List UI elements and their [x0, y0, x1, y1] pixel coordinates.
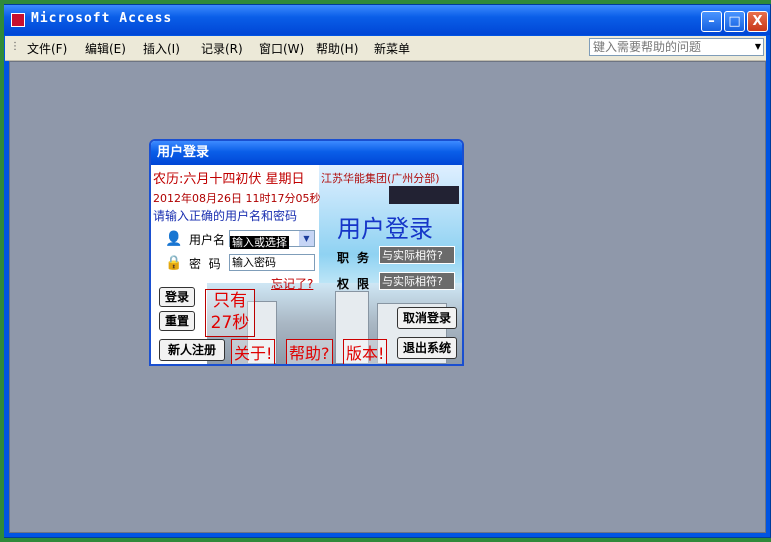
username-value: 输入或选择	[230, 236, 289, 249]
version-link[interactable]: 版本!	[343, 339, 388, 364]
hexagon-logo-strip	[389, 186, 459, 204]
login-button[interactable]: 登录	[159, 287, 195, 307]
exit-system-button[interactable]: 退出系统	[397, 337, 457, 359]
password-field[interactable]: 输入密码	[229, 254, 315, 271]
menu-new[interactable]: 新菜单	[374, 40, 410, 57]
permission-field[interactable]: 与实际相符?	[379, 272, 455, 290]
access-window: Microsoft Access – □ X ⋮ 文件(F) 编辑(E) 插入(…	[0, 4, 771, 538]
username-label: 用户名	[189, 233, 226, 247]
menu-edit[interactable]: 编辑(E)	[85, 40, 126, 57]
title-bar[interactable]: Microsoft Access – □ X	[1, 5, 770, 35]
menu-bar: ⋮ 文件(F) 编辑(E) 插入(I) 记录(R) 窗口(W) 帮助(H) 新菜…	[5, 36, 766, 61]
help-search-placeholder: 键入需要帮助的问题	[593, 40, 702, 54]
close-button[interactable]: X	[747, 11, 768, 32]
password-label: 密 码	[189, 257, 221, 271]
banner-title: 用户登录	[337, 215, 433, 243]
help-search-input[interactable]: 键入需要帮助的问题 ▼	[589, 38, 764, 56]
user-icon: 👤	[165, 231, 183, 247]
username-combo[interactable]: 输入或选择 ▼	[229, 230, 315, 249]
window-title: Microsoft Access	[31, 11, 173, 26]
login-hint: 请输入正确的用户名和密码	[153, 209, 298, 223]
current-datetime: 2012年08月26日 11时17分05秒	[153, 192, 321, 205]
minimize-button[interactable]: –	[701, 11, 722, 32]
permission-label: 权限	[337, 277, 378, 291]
help-link[interactable]: 帮助?	[286, 339, 333, 364]
access-app-icon	[11, 13, 25, 27]
login-dialog: 用户登录 农历:六月十四初伏 星期日 2012年08月26日 11时17分05秒…	[149, 139, 464, 366]
menu-records[interactable]: 记录(R)	[201, 40, 243, 57]
job-field[interactable]: 与实际相符?	[379, 246, 455, 264]
desktop-edge	[0, 0, 4, 542]
reset-button[interactable]: 重置	[159, 311, 195, 331]
login-body: 农历:六月十四初伏 星期日 2012年08月26日 11时17分05秒 请输入正…	[151, 165, 462, 364]
login-dialog-title[interactable]: 用户登录	[151, 141, 462, 165]
cancel-login-button[interactable]: 取消登录	[397, 307, 457, 329]
menu-help[interactable]: 帮助(H)	[316, 40, 358, 57]
menu-window[interactable]: 窗口(W)	[259, 40, 304, 57]
toolbar-grip-icon[interactable]: ⋮	[10, 41, 20, 52]
menu-insert[interactable]: 插入(I)	[143, 40, 180, 57]
forgot-password-link[interactable]: 忘记了?	[271, 275, 313, 292]
lock-icon: 🔒	[165, 255, 183, 271]
maximize-button[interactable]: □	[724, 11, 745, 32]
lunar-date-marquee: 农历:六月十四初伏 星期日	[153, 172, 305, 187]
about-link[interactable]: 关于!	[231, 339, 276, 364]
company-name: 江苏华能集团(广州分部)	[321, 172, 440, 185]
chevron-down-icon[interactable]: ▼	[755, 39, 761, 55]
register-button[interactable]: 新人注册	[159, 339, 225, 361]
countdown-timer: 只有 27秒	[205, 289, 255, 337]
menu-file[interactable]: 文件(F)	[27, 40, 67, 57]
job-label: 职务	[337, 251, 378, 265]
chevron-down-icon[interactable]: ▼	[299, 231, 314, 246]
